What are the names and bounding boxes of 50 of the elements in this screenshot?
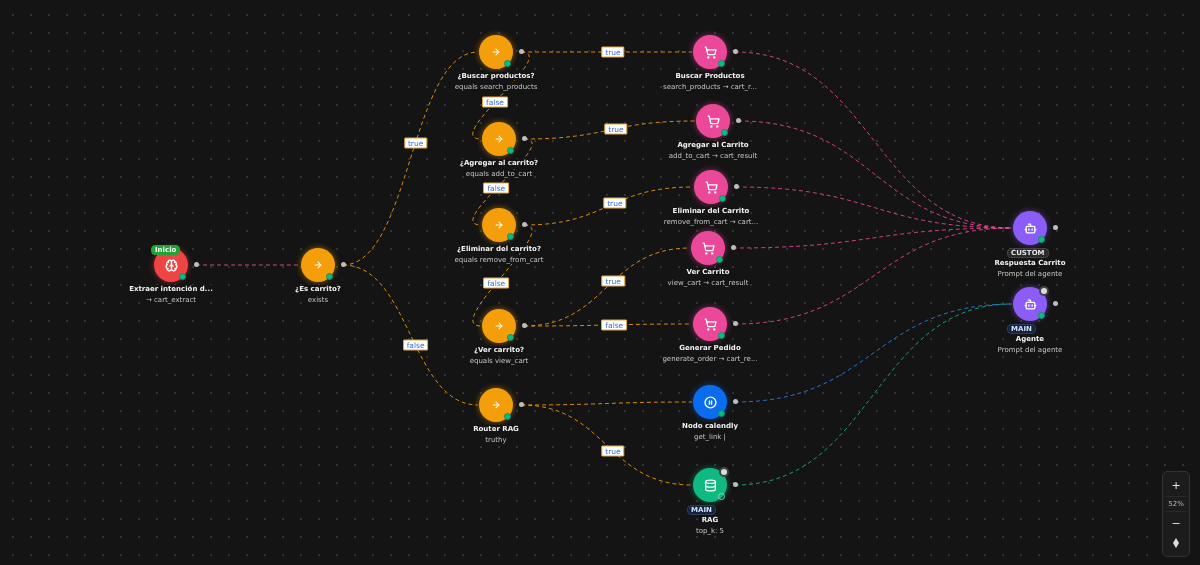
node-circle[interactable] [693,468,727,502]
connection-handle[interactable] [522,323,527,328]
node-circle[interactable] [1013,211,1047,245]
cart-icon [703,45,717,59]
arrow-icon [494,321,504,331]
connection-handle[interactable] [341,262,346,267]
brain-icon [164,258,178,272]
node-circle[interactable] [696,104,730,138]
connection-handle[interactable] [734,184,739,189]
node-circle[interactable] [1013,287,1047,321]
connection-handle[interactable] [522,222,527,227]
connection-handle[interactable] [736,118,741,123]
arrow-icon [491,47,501,57]
arrow-icon [494,134,504,144]
arrow-icon [491,400,501,410]
zoom-out-button[interactable]: − [1165,514,1187,532]
connection-handle[interactable] [733,482,738,487]
connection-handle[interactable] [733,321,738,326]
pause-icon [703,395,717,409]
node-circle[interactable] [482,122,516,156]
cart-icon [701,241,715,255]
connection-handle[interactable] [731,245,736,250]
connection-handle[interactable] [733,399,738,404]
database-icon [703,478,717,492]
arrow-icon [494,220,504,230]
zoom-in-button[interactable]: + [1165,476,1187,494]
connection-handle[interactable] [1053,301,1058,306]
node-circle[interactable] [479,35,513,69]
robot-icon [1023,297,1037,311]
cart-icon [704,180,718,194]
node-circle[interactable] [693,35,727,69]
connection-handle[interactable] [519,49,524,54]
connection-handle[interactable] [522,136,527,141]
node-circle[interactable] [301,248,335,282]
node-circle[interactable] [694,170,728,204]
cart-icon [706,114,720,128]
node-circle[interactable] [482,208,516,242]
node-circle[interactable] [693,307,727,341]
connection-handle[interactable] [733,49,738,54]
cart-icon [703,317,717,331]
pin-icon [1173,538,1179,548]
node-circle[interactable] [479,388,513,422]
connection-handle[interactable] [1053,225,1058,230]
arrow-icon [313,260,323,270]
node-circle[interactable] [482,309,516,343]
node-circle[interactable] [691,231,725,265]
robot-icon [1023,221,1037,235]
node-circle[interactable] [693,385,727,419]
connection-handle[interactable] [194,262,199,267]
connection-handle[interactable] [519,402,524,407]
